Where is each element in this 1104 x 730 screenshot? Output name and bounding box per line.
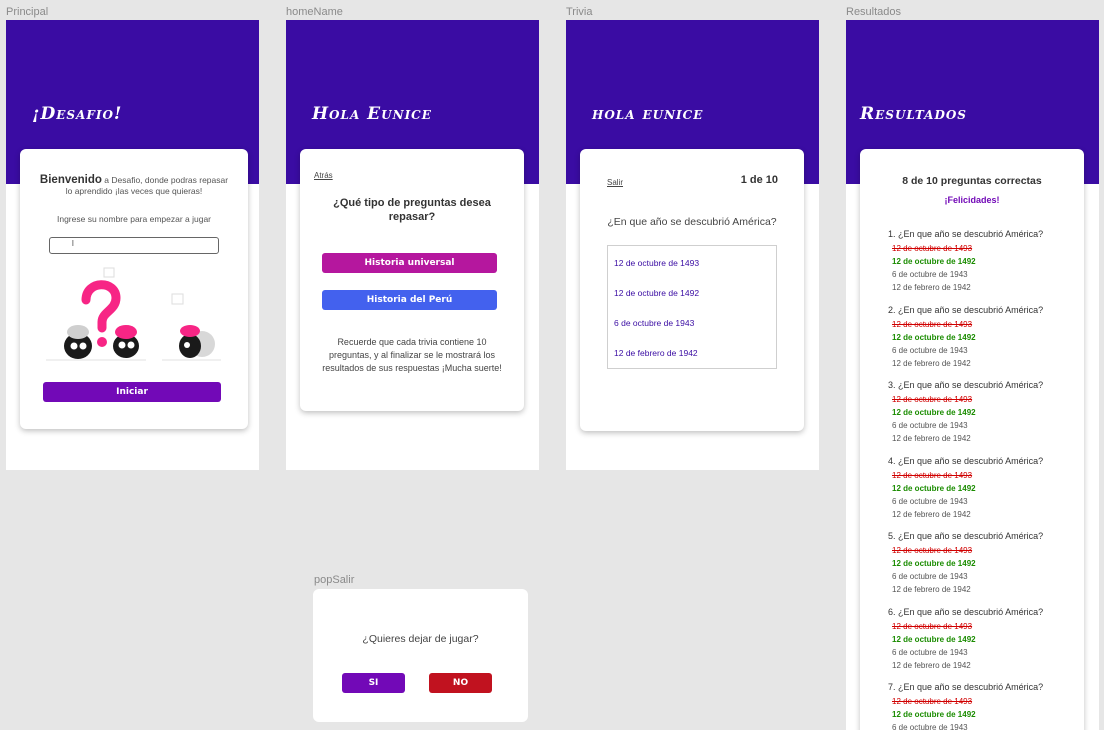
result-question: 3. ¿En que año se descubrió América?	[888, 380, 1044, 390]
result-question: 5. ¿En que año se descubrió América?	[888, 531, 1044, 541]
congrats-text: ¡Felicidades!	[944, 195, 1000, 205]
result-option: 12 de febrero de 1942	[892, 434, 971, 443]
welcome-card: Bienvenido a Desafio, donde podras repas…	[20, 149, 248, 429]
result-correct-answer: 12 de octubre de 1492	[892, 257, 976, 266]
page-title: ¡Desafio!	[32, 104, 123, 124]
yes-button[interactable]: SI	[342, 673, 405, 693]
question-counter: 1 de 10	[740, 174, 778, 186]
frame-resultados: Resultados 8 de 10 preguntas correctas ¡…	[846, 20, 1099, 730]
result-question: 7. ¿En que año se descubrió América?	[888, 682, 1044, 692]
frame-principal: ¡Desafio! Bienvenido a Desafio, donde po…	[6, 20, 259, 470]
result-correct-answer: 12 de octubre de 1492	[892, 710, 976, 719]
result-option: 12 de febrero de 1942	[892, 283, 971, 292]
result-wrong-answer: 12 de octubre de 1493	[892, 621, 973, 631]
frame-label-home: homeName	[286, 6, 343, 18]
results-card: 8 de 10 preguntas correctas ¡Felicidades…	[860, 149, 1084, 730]
trivia-question: ¿En que año se descubrió América?	[607, 216, 777, 228]
result-wrong-answer: 12 de octubre de 1493	[892, 697, 973, 706]
frame-label-resultados: Resultados	[846, 6, 902, 18]
page-title: Resultados	[860, 104, 967, 124]
result-option: 6 de octubre de 1943	[892, 572, 968, 581]
welcome-bold: Bienvenido	[39, 174, 102, 186]
result-wrong-answer: 12 de octubre de 1493	[892, 546, 973, 555]
result-option: 12 de febrero de 1942	[892, 509, 971, 519]
result-option: 6 de octubre de 1943	[892, 345, 968, 355]
options-box: 12 de octubre de 1493 12 de octubre de 1…	[607, 245, 777, 369]
result-correct-answer: 12 de octubre de 1492	[892, 408, 976, 417]
option-2[interactable]: 12 de octubre de 1492	[614, 288, 699, 298]
option-1[interactable]: 12 de octubre de 1493	[614, 258, 699, 268]
result-correct-answer: 12 de octubre de 1492	[892, 559, 976, 568]
result-wrong-answer: 12 de octubre de 1493	[892, 470, 973, 480]
result-question: 4. ¿En que año se descubrió América?	[888, 455, 1044, 466]
welcome-text: Bienvenido a Desafio, donde podras repas…	[38, 174, 230, 197]
exit-link[interactable]: Salir	[607, 178, 623, 187]
result-correct-answer: 12 de octubre de 1492	[892, 634, 976, 644]
result-option: 12 de febrero de 1942	[892, 358, 971, 368]
result-correct-answer: 12 de octubre de 1492	[892, 332, 976, 342]
frame-popsalir: ¿Quieres dejar de jugar? SI NO	[313, 589, 528, 722]
result-question: 2. ¿En que año se descubrió América?	[888, 304, 1044, 315]
result-question: 1. ¿En que año se descubrió América?	[888, 229, 1044, 239]
page-title: Hola Eunice	[312, 104, 432, 124]
result-option: 12 de febrero de 1942	[892, 585, 971, 594]
result-option: 6 de octubre de 1943	[892, 496, 968, 506]
name-input[interactable]: l	[49, 237, 219, 254]
exit-question: ¿Quieres dejar de jugar?	[362, 633, 479, 645]
back-link[interactable]: Atrás	[314, 171, 333, 180]
result-wrong-answer: 12 de octubre de 1493	[892, 319, 973, 329]
frame-label-trivia: Trivia	[566, 6, 593, 18]
result-option: 6 de octubre de 1943	[892, 647, 968, 657]
category-card: Atrás ¿Qué tipo de preguntas desea repas…	[300, 149, 524, 411]
frame-trivia: hola eunice Salir 1 de 10 ¿En que año se…	[566, 20, 819, 470]
trivia-note: Recuerde que cada trivia contiene 10 pre…	[322, 337, 502, 373]
result-option: 6 de octubre de 1943	[892, 723, 968, 730]
illustration-characters	[46, 267, 221, 361]
result-question: 6. ¿En que año se descubrió América?	[888, 606, 1044, 617]
score-text: 8 de 10 preguntas correctas	[902, 175, 1042, 187]
result-option: 6 de octubre de 1943	[892, 270, 968, 279]
start-button[interactable]: Iniciar	[43, 382, 221, 402]
name-instruction: Ingrese su nombre para empezar a jugar	[56, 214, 212, 224]
frame-label-popsalir: popSalir	[314, 574, 355, 586]
trivia-card: Salir 1 de 10 ¿En que año se descubrió A…	[580, 149, 804, 431]
option-3[interactable]: 6 de octubre de 1943	[614, 318, 694, 328]
result-correct-answer: 12 de octubre de 1492	[892, 483, 976, 493]
result-wrong-answer: 12 de octubre de 1493	[892, 244, 973, 253]
page-title: hola eunice	[592, 104, 704, 124]
frame-home: Hola Eunice Atrás ¿Qué tipo de preguntas…	[286, 20, 539, 470]
universal-history-button[interactable]: Historia universal	[322, 253, 497, 273]
frame-label-principal: Principal	[6, 6, 49, 18]
result-wrong-answer: 12 de octubre de 1493	[892, 395, 973, 404]
name-input-value: l	[72, 239, 74, 248]
peru-history-button[interactable]: Historia del Perú	[322, 290, 497, 310]
option-4[interactable]: 12 de febrero de 1942	[614, 348, 698, 358]
no-button[interactable]: NO	[429, 673, 492, 693]
category-question: ¿Qué tipo de preguntas desea repasar?	[333, 197, 491, 223]
result-option: 6 de octubre de 1943	[892, 421, 968, 430]
result-option: 12 de febrero de 1942	[892, 660, 971, 670]
